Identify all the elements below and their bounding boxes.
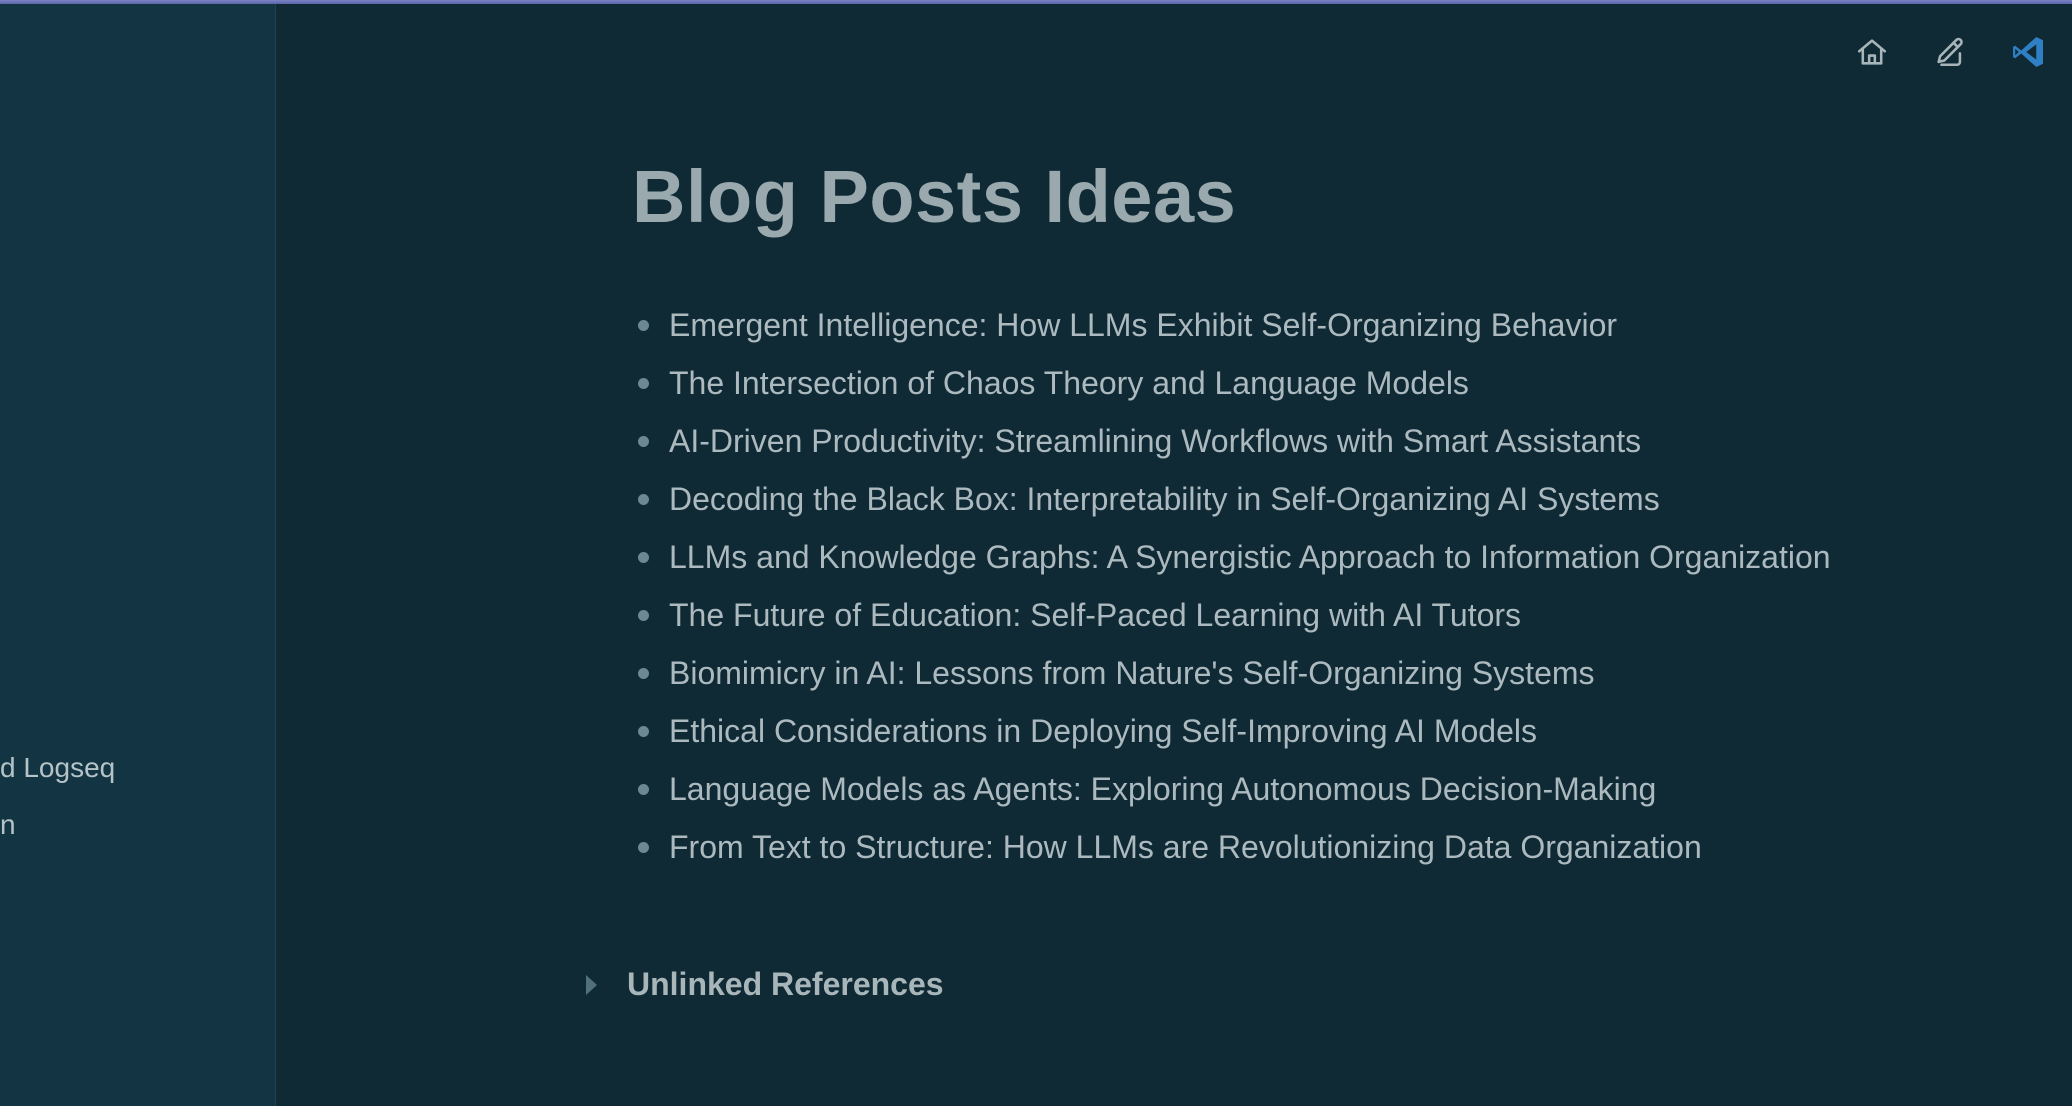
bullet-icon[interactable] [638, 725, 649, 737]
unlinked-references-label: Unlinked References [627, 966, 944, 1002]
sidebar-item-label: n [0, 809, 16, 840]
bullet-icon[interactable] [638, 841, 649, 853]
page-title[interactable]: Blog Posts Ideas [632, 154, 1236, 239]
edit-button[interactable] [1930, 32, 1970, 72]
bullet-icon[interactable] [638, 609, 649, 621]
bullet-icon[interactable] [638, 377, 649, 389]
left-sidebar: d Logseq n [0, 4, 276, 1106]
block-text[interactable]: AI-Driven Productivity: Streamlining Wor… [669, 423, 1641, 460]
home-button[interactable] [1852, 32, 1892, 72]
blog-ideas-list: Emergent Intelligence: How LLMs Exhibit … [636, 296, 1831, 876]
list-item[interactable]: The Future of Education: Self-Paced Lear… [636, 586, 1831, 644]
pencil-icon [1937, 37, 1963, 67]
list-item[interactable]: From Text to Structure: How LLMs are Rev… [636, 818, 1831, 876]
list-item[interactable]: Decoding the Black Box: Interpretability… [636, 470, 1831, 528]
main-content: Blog Posts Ideas Emergent Intelligence: … [276, 4, 2072, 1106]
block-text[interactable]: Language Models as Agents: Exploring Aut… [669, 771, 1656, 808]
list-item[interactable]: Ethical Considerations in Deploying Self… [636, 702, 1831, 760]
list-item[interactable]: The Intersection of Chaos Theory and Lan… [636, 354, 1831, 412]
list-item[interactable]: Biomimicry in AI: Lessons from Nature's … [636, 644, 1831, 702]
bullet-icon[interactable] [638, 551, 649, 563]
block-text[interactable]: The Future of Education: Self-Paced Lear… [669, 597, 1521, 634]
unlinked-references-toggle[interactable]: Unlinked References [586, 966, 944, 1003]
list-item[interactable]: LLMs and Knowledge Graphs: A Synergistic… [636, 528, 1831, 586]
bullet-icon[interactable] [638, 493, 649, 505]
caret-right-icon [586, 974, 597, 995]
top-toolbar [1852, 32, 2048, 72]
bullet-icon[interactable] [638, 783, 649, 795]
list-item[interactable]: AI-Driven Productivity: Streamlining Wor… [636, 412, 1831, 470]
vscode-icon [2013, 37, 2043, 67]
block-text[interactable]: Ethical Considerations in Deploying Self… [669, 713, 1537, 750]
block-text[interactable]: LLMs and Knowledge Graphs: A Synergistic… [669, 539, 1831, 576]
block-text[interactable]: Decoding the Black Box: Interpretability… [669, 481, 1660, 518]
block-text[interactable]: Biomimicry in AI: Lessons from Nature's … [669, 655, 1595, 692]
bullet-icon[interactable] [638, 319, 649, 331]
home-icon [1857, 39, 1887, 65]
open-in-vscode-button[interactable] [2008, 32, 2048, 72]
block-text[interactable]: Emergent Intelligence: How LLMs Exhibit … [669, 307, 1617, 344]
bullet-icon[interactable] [638, 667, 649, 679]
sidebar-item-label: d Logseq [0, 752, 116, 783]
list-item[interactable]: Emergent Intelligence: How LLMs Exhibit … [636, 296, 1831, 354]
sidebar-item-logseq[interactable]: d Logseq [0, 752, 115, 784]
sidebar-item-page[interactable]: n [0, 809, 16, 841]
bullet-icon[interactable] [638, 435, 649, 447]
block-text[interactable]: The Intersection of Chaos Theory and Lan… [669, 365, 1469, 402]
block-text[interactable]: From Text to Structure: How LLMs are Rev… [669, 829, 1702, 866]
list-item[interactable]: Language Models as Agents: Exploring Aut… [636, 760, 1831, 818]
